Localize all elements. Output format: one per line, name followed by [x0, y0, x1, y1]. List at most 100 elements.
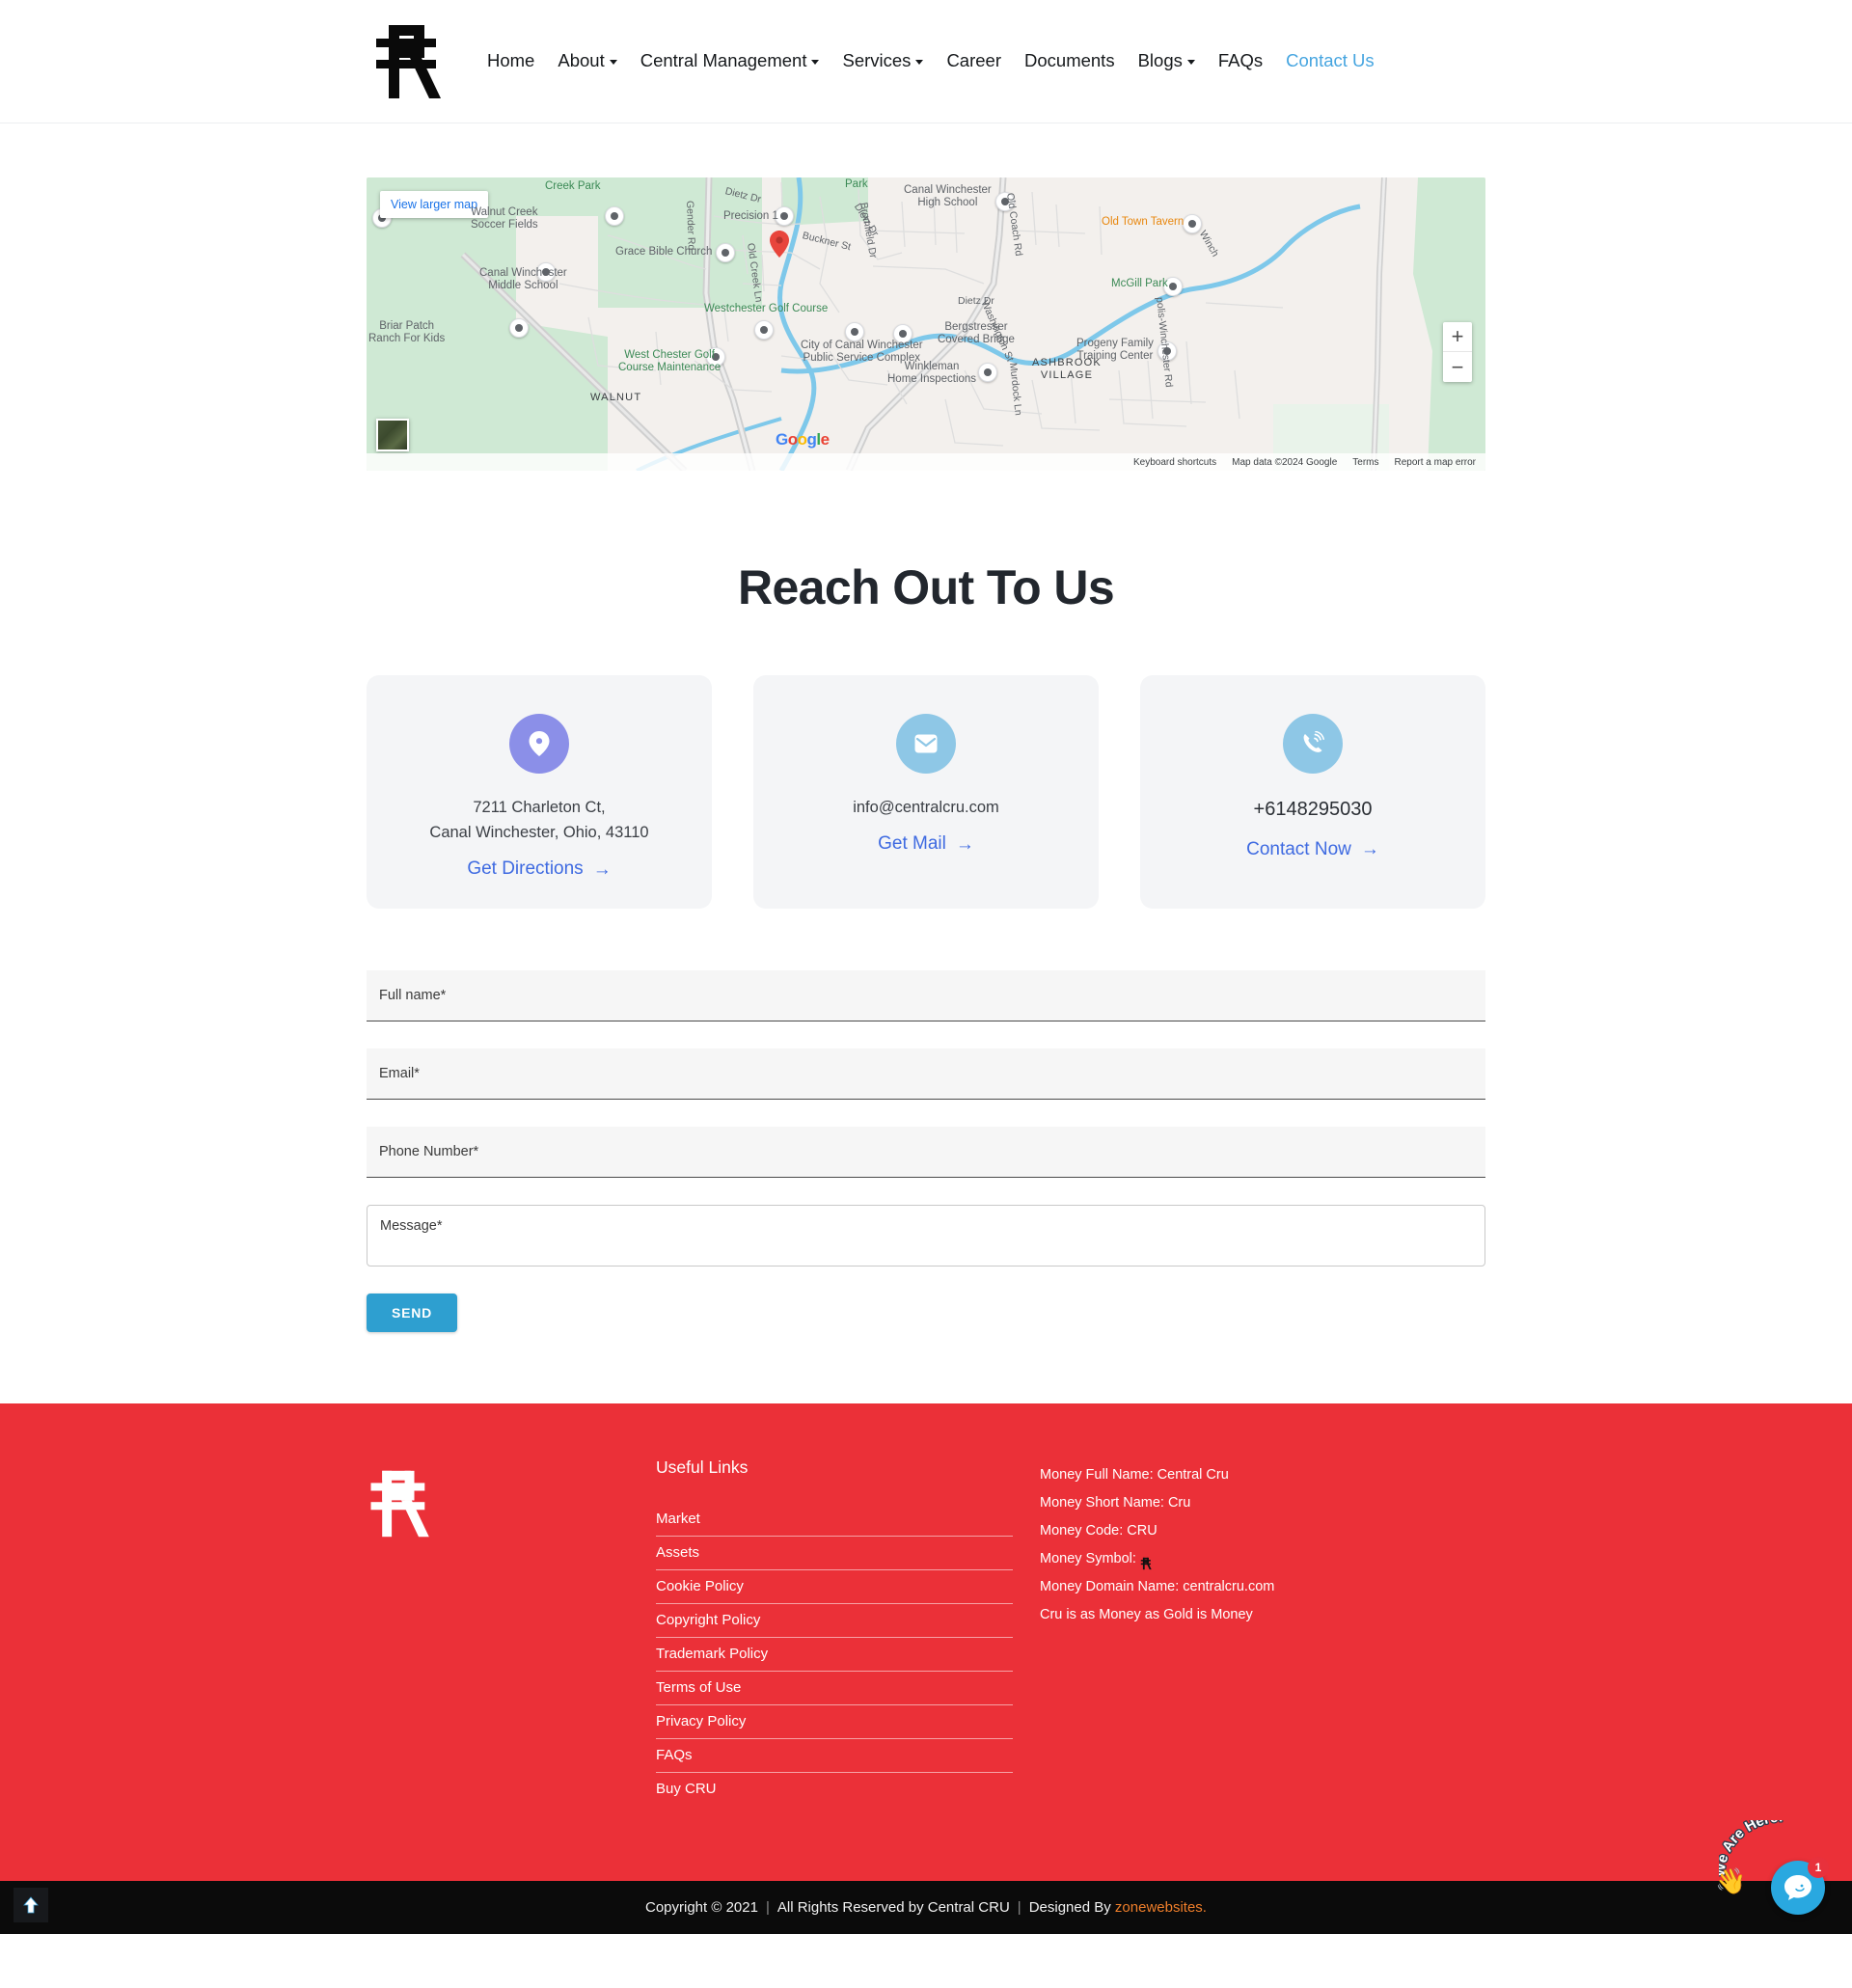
footer-link-faqs[interactable]: FAQs [656, 1739, 1013, 1774]
footer-link-privacy-policy[interactable]: Privacy Policy [656, 1705, 1013, 1740]
cru-symbol-icon [1140, 1554, 1153, 1570]
report-map-error-link[interactable]: Report a map error [1395, 457, 1476, 468]
footer-logo-column [367, 1457, 656, 1806]
footer-link-terms-of-use[interactable]: Terms of Use [656, 1672, 1013, 1706]
designer-credit-link[interactable]: zonewebsites. [1115, 1899, 1207, 1916]
map-data-text: Map data ©2024 Google [1232, 456, 1338, 468]
map-place-label: Westchester Golf Course [704, 303, 829, 314]
arrow-up-icon [23, 1896, 39, 1914]
money-code-label: Money Code: [1040, 1523, 1124, 1539]
nav-item-contact-us[interactable]: Contact Us [1274, 52, 1386, 70]
nav-label: Documents [1024, 50, 1115, 71]
useful-links-heading: Useful Links [656, 1457, 749, 1478]
site-header: Home About Central Management Services C… [0, 0, 1852, 123]
google-map[interactable]: View larger map + − Google Keyboard shor… [367, 177, 1485, 471]
map-poi-church-marker[interactable] [716, 243, 735, 262]
map-place-label: Old Town Tavern [1102, 216, 1185, 228]
chevron-down-icon [915, 60, 924, 65]
nav-item-services[interactable]: Services [831, 52, 935, 70]
money-tagline: Cru is as Money as Gold is Money [1040, 1607, 1253, 1623]
map-place-label: WALNUT [590, 392, 642, 403]
chat-widget: We Are Here! 👋 1 [1715, 1820, 1831, 1924]
money-symbol-label: Money Symbol: [1040, 1551, 1136, 1567]
envelope-icon [896, 714, 956, 774]
money-domain-value: centralcru.com [1183, 1579, 1275, 1595]
money-code-value: CRU [1127, 1523, 1158, 1539]
fullname-input[interactable] [367, 970, 1485, 1022]
phone-input[interactable] [367, 1127, 1485, 1179]
zoom-in-button[interactable]: + [1443, 322, 1472, 352]
chevron-down-icon [811, 60, 820, 65]
map-poi-bridge-marker[interactable] [845, 322, 864, 341]
money-code-row: Money Code: CRU [1040, 1517, 1274, 1545]
page-title: Reach Out To Us [737, 560, 1115, 614]
phone-number: +6148295030 [1253, 799, 1373, 820]
copyright-bar: Copyright © 2021 | All Rights Reserved b… [0, 1820, 1852, 1935]
nav-label: Central Management [640, 50, 807, 71]
footer-link-buy-cru[interactable]: Buy CRU [656, 1773, 1013, 1806]
phone-ringing-icon [1283, 714, 1343, 774]
rights-text: All Rights Reserved by Central CRU [776, 1899, 1010, 1917]
map-place-label: Grace Bible Church [615, 246, 713, 258]
map-poi-golf-marker[interactable] [754, 320, 774, 340]
nav-item-home[interactable]: Home [476, 52, 546, 70]
scroll-to-top-button[interactable] [14, 1888, 48, 1923]
map-poi-tavern-marker[interactable] [1183, 214, 1202, 233]
nav-label: FAQs [1217, 50, 1264, 71]
arrow-right-icon: → [1360, 839, 1379, 860]
map-poi-marker[interactable] [978, 363, 997, 382]
map-location-marker[interactable] [770, 231, 789, 258]
footer-link-trademark-policy[interactable]: Trademark Policy [656, 1638, 1013, 1673]
nav-item-faqs[interactable]: FAQs [1207, 52, 1274, 70]
footer-useful-links: Useful Links Market Assets Cookie Policy… [656, 1457, 1013, 1806]
zoom-out-button[interactable]: − [1443, 352, 1472, 382]
map-road-label: Gender Rd [684, 200, 697, 251]
site-footer: Useful Links Market Assets Cookie Policy… [0, 1403, 1852, 1882]
map-poi-marker[interactable] [605, 206, 624, 226]
chat-unread-badge: 1 [1808, 1857, 1829, 1879]
money-full-name-label: Money Full Name: [1040, 1467, 1154, 1484]
designed-by-text: Designed By [1028, 1899, 1111, 1917]
nav-label: Career [946, 50, 1001, 71]
nav-item-career[interactable]: Career [935, 52, 1013, 70]
map-place-label: Canal Winchester Middle School [479, 267, 567, 292]
separator: | [1017, 1899, 1021, 1917]
map-satellite-thumbnail[interactable] [376, 419, 409, 451]
nav-item-documents[interactable]: Documents [1013, 52, 1127, 70]
header-inner: Home About Central Management Services C… [0, 17, 1852, 106]
map-section: View larger map + − Google Keyboard shor… [0, 123, 1852, 471]
link-label: Get Mail [878, 833, 946, 855]
keyboard-shortcuts-link[interactable]: Keyboard shortcuts [1133, 457, 1216, 468]
contact-card-address: 7211 Charleton Ct, Canal Winchester, Ohi… [367, 675, 712, 910]
footer-link-copyright-policy[interactable]: Copyright Policy [656, 1604, 1013, 1639]
location-pin-icon [509, 714, 569, 774]
reach-out-section: Reach Out To Us 7211 Charleton Ct, Canal… [0, 471, 1852, 1333]
map-place-label: Precision 1 [723, 210, 778, 222]
footer-money-info: Money Full Name: Central Cru Money Short… [1013, 1457, 1274, 1806]
nav-label: Blogs [1137, 50, 1183, 71]
get-directions-link[interactable]: Get Directions → [467, 858, 611, 880]
nav-item-central-management[interactable]: Central Management [629, 52, 831, 70]
message-textarea[interactable] [367, 1205, 1485, 1267]
email-input[interactable] [367, 1048, 1485, 1101]
nav-item-blogs[interactable]: Blogs [1127, 52, 1207, 70]
send-button[interactable]: SEND [367, 1294, 458, 1333]
get-mail-link[interactable]: Get Mail → [878, 833, 974, 855]
footer-link-cookie-policy[interactable]: Cookie Policy [656, 1570, 1013, 1605]
cru-logo-white[interactable] [367, 1463, 436, 1544]
footer-link-assets[interactable]: Assets [656, 1537, 1013, 1571]
nav-item-about[interactable]: About [546, 52, 628, 70]
map-place-label: ASHBROOK VILLAGE [1032, 357, 1102, 381]
cru-logo[interactable] [371, 17, 449, 106]
money-full-name-row: Money Full Name: Central Cru [1040, 1461, 1274, 1489]
contact-form: SEND [367, 970, 1485, 1333]
terms-link[interactable]: Terms [1352, 457, 1378, 468]
contact-card-email: info@centralcru.com Get Mail → [753, 675, 1099, 910]
email-address: info@centralcru.com [853, 799, 999, 816]
contact-now-link[interactable]: Contact Now → [1246, 839, 1379, 860]
footer-link-market[interactable]: Market [656, 1503, 1013, 1538]
copyright-text: Copyright © 2021 [645, 1899, 758, 1917]
map-place-label: Walnut Creek Soccer Fields [471, 206, 538, 231]
map-place-label: McGill Park [1111, 278, 1168, 289]
map-poi-marker[interactable] [509, 318, 529, 338]
